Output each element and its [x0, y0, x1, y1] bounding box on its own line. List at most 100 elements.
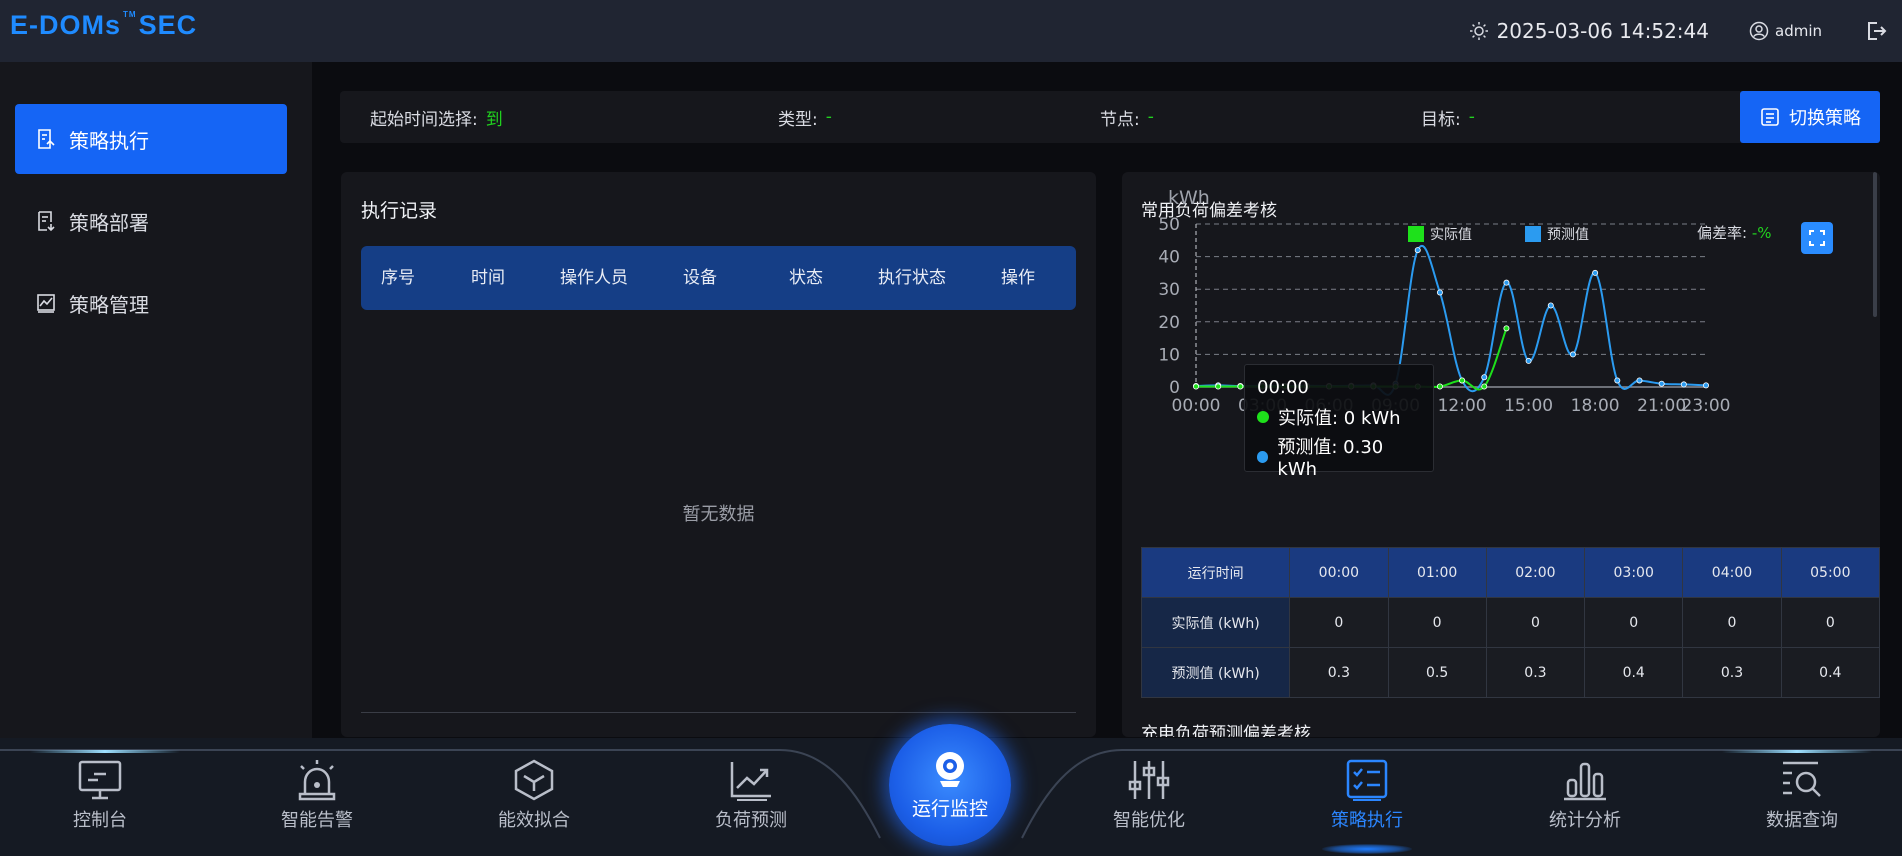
nav-item-optimization[interactable]: 智能优化 [1079, 758, 1219, 848]
nav-item-load-forecast[interactable]: 负荷预测 [681, 758, 821, 848]
run-monitor-button[interactable]: 运行监控 [889, 724, 1011, 846]
sidebar-item-label: 策略管理 [69, 292, 149, 317]
active-indicator [1322, 844, 1412, 854]
logout-icon [1868, 22, 1887, 40]
sidebar-item-strategy-manage[interactable]: 策略管理 [15, 268, 287, 338]
table-cell: 0 [1584, 597, 1684, 648]
charging-load-title: 充电负荷预测偏差考核 [1141, 724, 1311, 737]
table-row: 实际值 (kWh) 0 0 0 0 0 0 [1140, 597, 1880, 648]
data-point-forecast [1680, 381, 1687, 388]
switch-strategy-button[interactable]: 切换策略 [1740, 91, 1880, 143]
data-point-actual [1193, 383, 1200, 390]
user-icon [1749, 21, 1769, 41]
table-cell: 0 [1387, 597, 1487, 648]
sidebar-item-strategy-execute[interactable]: 策略执行 [15, 104, 287, 174]
nav-item-console[interactable]: 控制台 [30, 758, 170, 848]
column-header[interactable]: 操作 [965, 246, 1071, 310]
load-deviation-panel: 常用负荷偏差考核 实际值 预测值 偏差率: -% kWh 0 10 20 30 40 50 0… [1122, 172, 1880, 737]
table-cell: 实际值 (kWh) [1140, 597, 1291, 648]
type-filter[interactable]: 类型: - [778, 91, 832, 143]
data-point-actual [1436, 383, 1443, 390]
data-point-forecast [1658, 380, 1665, 387]
data-point-actual [1215, 383, 1222, 390]
data-point-forecast [1636, 377, 1643, 384]
nav-item-strategy-execute[interactable]: 策略执行 [1297, 758, 1437, 854]
target-filter[interactable]: 目标: - [1421, 91, 1475, 143]
column-header[interactable]: 时间 [435, 246, 541, 310]
table-cell: 04:00 [1682, 547, 1782, 598]
strategy-execute-icon [38, 129, 55, 149]
sidebar-item-label: 策略执行 [69, 128, 149, 153]
bottom-nav: 控制台 智能告警 能效拟合 负荷预测 运行监控 智能优化 策略执行 统计分析 数… [0, 724, 1902, 856]
tooltip-forecast: 预测值: 0.30 kWh [1277, 437, 1384, 480]
table-row: 运行时间 00:00 01:00 02:00 03:00 04:00 05:00 [1140, 547, 1880, 598]
app-root: E-DOMs TMSEC 2025-03-06 14:52:44 admin 策略… [0, 0, 1902, 856]
logout-button[interactable] [1864, 19, 1888, 43]
table-divider [361, 712, 1076, 713]
y-tick-label: 50 [1158, 215, 1180, 235]
data-point-actual [1237, 383, 1244, 390]
data-point-forecast [1436, 289, 1443, 296]
y-tick-label: 20 [1158, 313, 1180, 333]
table-cell: 00:00 [1289, 547, 1389, 598]
data-point-forecast [1547, 302, 1554, 309]
top-bar: E-DOMs TMSEC 2025-03-06 14:52:44 admin [0, 0, 1902, 62]
x-tick-label: 12:00 [1438, 396, 1487, 416]
panel-title: 执行记录 [361, 200, 438, 222]
nav-item-label: 智能优化 [1113, 810, 1185, 831]
table-cell: 预测值 (kWh) [1140, 647, 1291, 698]
x-tick-label: 18:00 [1571, 396, 1620, 416]
nav-item-data-query[interactable]: 数据查询 [1732, 758, 1872, 848]
empty-state: 暂无数据 [682, 504, 755, 525]
column-header[interactable]: 执行状态 [859, 246, 965, 310]
data-point-forecast [1592, 269, 1599, 276]
table-cell: 05:00 [1780, 547, 1880, 598]
nav-item-label: 智能告警 [281, 810, 353, 831]
column-header[interactable]: 序号 [361, 246, 435, 310]
nav-item-statistics[interactable]: 统计分析 [1515, 758, 1655, 848]
column-header[interactable]: 状态 [753, 246, 859, 310]
checklist-icon [1346, 759, 1388, 801]
nav-item-label: 数据查询 [1766, 810, 1838, 831]
user-menu[interactable]: admin [1749, 21, 1822, 41]
sidebar-item-label: 策略部署 [69, 210, 149, 235]
data-point-forecast [1525, 357, 1532, 364]
data-point-forecast [1481, 374, 1488, 381]
data-point-actual [1481, 383, 1488, 390]
sliders-icon [1128, 761, 1170, 799]
table-cell: 0.3 [1289, 647, 1389, 698]
switch-list-icon [1761, 108, 1779, 126]
center-label: 运行监控 [911, 797, 988, 820]
start-time-filter[interactable]: 起始时间选择: 到 [370, 91, 503, 143]
table-cell: 运行时间 [1140, 547, 1291, 598]
column-header[interactable]: 操作人员 [541, 246, 647, 310]
monitor-console-icon [78, 760, 122, 800]
tooltip-dot-forecast [1257, 450, 1269, 463]
nav-item-label: 控制台 [73, 810, 127, 831]
data-point-forecast [1614, 377, 1621, 384]
nav-item-efficiency[interactable]: 能效拟合 [464, 758, 604, 848]
y-tick-label: 40 [1158, 248, 1180, 268]
table-row: 预测值 (kWh) 0.3 0.5 0.3 0.4 0.3 0.4 [1140, 647, 1880, 698]
sidebar-item-strategy-deploy[interactable]: 策略部署 [15, 186, 287, 256]
table-cell: 0 [1780, 597, 1880, 648]
chart-tooltip: 00:00 实际值: 0 kWh 预测值: 0.30 kWh [1244, 364, 1434, 480]
search-list-icon [1783, 761, 1821, 797]
table-cell: 0.4 [1584, 647, 1684, 698]
data-point-forecast [1414, 247, 1421, 254]
trend-chart-icon [730, 762, 771, 801]
nav-item-label: 负荷预测 [715, 810, 787, 831]
execution-record-panel: 执行记录 序号 时间 操作人员 设备 状态 执行状态 操作 暂无数据 [341, 172, 1096, 737]
column-header[interactable]: 设备 [647, 246, 753, 310]
x-tick-label: 15:00 [1504, 396, 1553, 416]
nav-item-alarm[interactable]: 智能告警 [247, 758, 387, 848]
load-line-chart: kWh0102030405000:0003:0006:0009:0012:001… [1158, 187, 1731, 416]
table-cell: 0.5 [1387, 647, 1487, 698]
node-filter[interactable]: 节点: - [1100, 91, 1154, 143]
nav-item-label: 策略执行 [1331, 810, 1403, 831]
data-point-actual [1503, 325, 1510, 332]
table-cell: 0 [1289, 597, 1389, 648]
nav-item-label: 统计分析 [1549, 810, 1621, 831]
x-tick-label: 23:00 [1682, 396, 1731, 416]
record-table-header: 序号 时间 操作人员 设备 状态 执行状态 操作 [361, 246, 1076, 310]
